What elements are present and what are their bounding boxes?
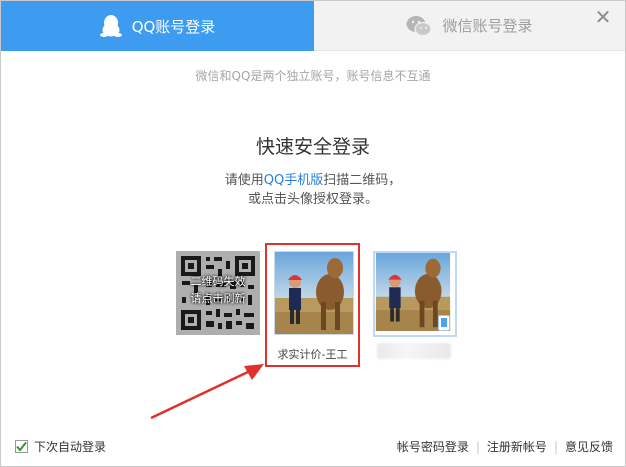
link-separator: | <box>553 439 558 454</box>
auto-login-checkbox[interactable] <box>15 440 28 453</box>
phone-icon <box>438 315 450 331</box>
login-dialog: QQ账号登录 微信账号登录 ✕ 微信和QQ是两个独立账号，账号信息不互通 快速安… <box>0 0 626 467</box>
tab-wechat-login[interactable]: 微信账号登录 ✕ <box>314 1 625 51</box>
tab-qq-login[interactable]: QQ账号登录 <box>1 1 314 51</box>
auto-login-option[interactable]: 下次自动登录 <box>15 438 106 455</box>
password-login-link[interactable]: 帐号密码登录 <box>397 438 469 455</box>
account-avatar-1[interactable] <box>274 251 354 335</box>
qr-expired-text: 二维码失效 <box>190 275 246 288</box>
red-arrow-annotation <box>150 364 264 420</box>
login-tabs: QQ账号登录 微信账号登录 ✕ <box>1 1 625 51</box>
wechat-icon <box>406 15 433 37</box>
qq-mobile-link[interactable]: QQ手机版 <box>264 173 323 188</box>
avatar-photo <box>275 252 353 334</box>
tab-wechat-label: 微信账号登录 <box>442 17 533 35</box>
qr-code[interactable]: 二维码失效 请点击刷新 <box>176 251 260 335</box>
instruction-line2: 或点击头像授权登录。 <box>247 192 378 207</box>
instruction-prefix: 请使用 <box>224 173 264 188</box>
footer-bar: 下次自动登录 帐号密码登录 | 注册新帐号 | 意见反馈 <box>1 438 625 458</box>
instruction-suffix: 扫描二维码， <box>323 173 402 188</box>
login-instructions: 请使用QQ手机版扫描二维码， 或点击头像授权登录。 <box>1 171 625 209</box>
feedback-link[interactable]: 意见反馈 <box>565 438 613 455</box>
auto-login-label: 下次自动登录 <box>34 440 107 454</box>
footer-links: 帐号密码登录 | 注册新帐号 | 意见反馈 <box>397 438 613 455</box>
check-icon <box>16 441 27 452</box>
qr-expired-overlay: 二维码失效 请点击刷新 <box>176 273 260 307</box>
account-name-1: 求实计价-王工 <box>277 348 348 361</box>
account-notice: 微信和QQ是两个独立账号，账号信息不互通 <box>195 69 431 83</box>
register-link[interactable]: 注册新帐号 <box>487 438 547 455</box>
qq-penguin-icon <box>99 14 122 38</box>
page-title: 快速安全登录 <box>255 136 370 158</box>
tab-qq-label: QQ账号登录 <box>131 17 216 36</box>
account-name-2-blurred <box>377 343 451 359</box>
close-icon[interactable]: ✕ <box>593 7 613 27</box>
qr-refresh-text: 请点击刷新 <box>190 292 246 305</box>
link-separator: | <box>475 439 480 454</box>
